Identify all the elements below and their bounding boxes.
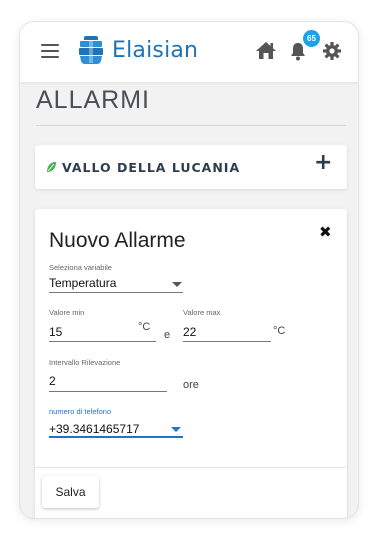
variable-label: Seleziona variabile (49, 263, 112, 272)
max-value-input[interactable]: 22 (183, 325, 196, 339)
save-button[interactable]: Salva (42, 476, 99, 508)
variable-select[interactable]: Temperatura (49, 276, 116, 290)
close-icon[interactable]: ✖ (319, 223, 332, 241)
interval-unit: ore (183, 379, 199, 391)
range-joiner: e (164, 329, 171, 341)
min-value-unit: °C (138, 321, 151, 333)
notification-badge: 65 (303, 30, 320, 47)
app-logo[interactable]: Elaisian (78, 35, 198, 65)
home-icon[interactable] (255, 41, 277, 60)
bell-icon[interactable] (290, 42, 306, 61)
app-name: Elaisian (112, 37, 199, 63)
app-screen: Elaisian 65 ALLARMI VALLO DELLA LUCANIA … (20, 22, 358, 518)
add-site-button[interactable]: + (314, 150, 332, 175)
site-name: VALLO DELLA LUCANIA (62, 160, 241, 175)
max-value-underline (183, 341, 271, 342)
page-title: ALLARMI (36, 86, 150, 114)
interval-underline (49, 391, 167, 392)
phone-label: numero di telefono (49, 407, 112, 416)
min-value-input[interactable]: 15 (49, 325, 62, 339)
hamburger-menu-icon[interactable] (41, 44, 59, 58)
logo-mark-icon (79, 36, 103, 64)
min-value-label: Valore min (49, 308, 85, 317)
max-value-unit: °C (273, 325, 286, 337)
form-footer-divider (35, 467, 347, 468)
form-title: Nuovo Allarme (49, 229, 186, 252)
interval-input[interactable]: 2 (49, 374, 56, 388)
chevron-down-icon[interactable] (171, 427, 181, 432)
min-value-underline (49, 341, 156, 342)
max-value-label: Valore max (183, 308, 221, 317)
phone-select-underline (49, 436, 183, 438)
gear-icon[interactable] (323, 42, 341, 60)
title-divider (36, 125, 346, 126)
variable-select-underline (49, 292, 183, 293)
interval-label: Intervallo Rilevazione (49, 358, 121, 367)
leaf-icon (47, 162, 56, 172)
chevron-down-icon[interactable] (172, 282, 182, 287)
top-app-bar: Elaisian 65 (20, 22, 358, 82)
phone-select[interactable]: +39.3461465717 (49, 422, 139, 436)
